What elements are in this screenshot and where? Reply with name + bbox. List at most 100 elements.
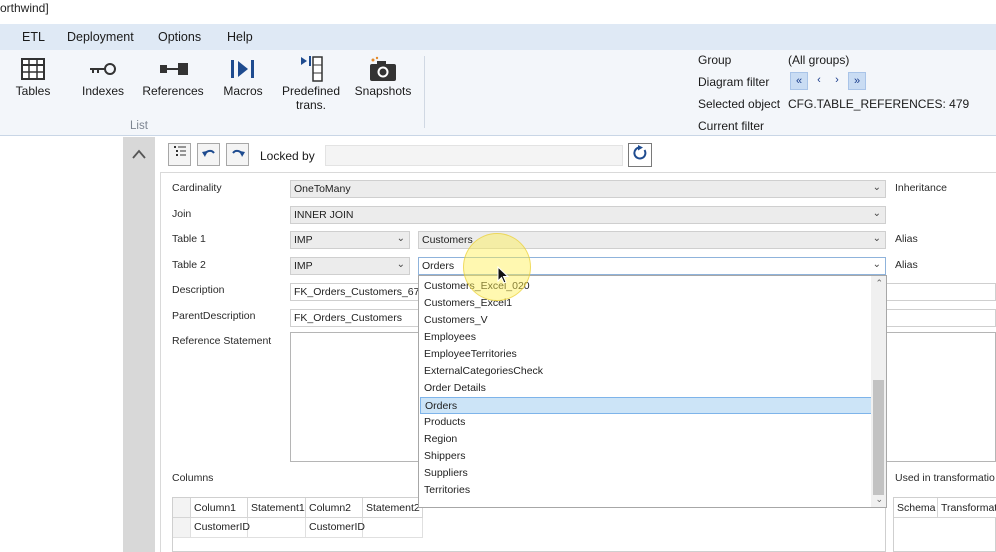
column-header[interactable]: Column1 xyxy=(191,498,248,518)
cardinality-value: OneToMany xyxy=(294,183,351,195)
group-value[interactable]: (All groups) xyxy=(788,53,849,67)
dropdown-item[interactable]: EmployeeTerritories xyxy=(420,346,872,363)
description-label: Description xyxy=(172,284,225,296)
chevron-down-icon: ⌄ xyxy=(872,259,881,270)
column-header[interactable]: Column2 xyxy=(306,498,363,518)
dropdown-item[interactable]: Customers_V xyxy=(420,312,872,329)
table2-table-value: Orders xyxy=(422,260,455,272)
row-header[interactable] xyxy=(173,518,191,538)
predefined-trans-button[interactable]: Predefined trans. xyxy=(280,54,342,112)
snapshots-button[interactable]: Snapshots xyxy=(354,54,412,98)
tables-button[interactable]: Tables xyxy=(10,54,56,98)
used-in-grid[interactable]: Schema Transformati xyxy=(893,497,996,552)
table-cell[interactable]: CustomerID xyxy=(306,518,365,538)
nav-first-button[interactable]: « xyxy=(790,72,808,90)
cardinality-label: Cardinality xyxy=(172,182,222,194)
chevron-down-icon: ⌄ xyxy=(872,208,881,219)
dropdown-item[interactable]: Suppliers xyxy=(420,465,872,482)
indexes-label: Indexes xyxy=(81,84,125,98)
join-label: Join xyxy=(172,208,192,220)
undo-icon xyxy=(201,146,216,164)
table2-dropdown-list[interactable]: Customers_Excel_020 Customers_Excel1 Custo… xyxy=(418,275,887,508)
window-title: orthwind] xyxy=(0,0,996,24)
column-header[interactable]: Transformati xyxy=(938,498,996,518)
left-splitter[interactable] xyxy=(123,137,155,552)
cardinality-select[interactable]: OneToMany ⌄ xyxy=(290,180,886,198)
diagram-filter-label: Diagram filter xyxy=(698,75,770,89)
table1-schema-value: IMP xyxy=(294,234,313,246)
table2-schema-value: IMP xyxy=(294,260,313,272)
scroll-down-icon[interactable]: ⌄ xyxy=(875,494,883,505)
left-pane xyxy=(0,137,123,552)
column-header[interactable]: Statement1 xyxy=(248,498,306,518)
locked-by-field xyxy=(325,145,623,166)
table-cell[interactable]: CustomerID xyxy=(191,518,250,538)
camera-icon xyxy=(354,54,412,84)
menu-options[interactable]: Options xyxy=(158,30,201,44)
ribbon: Tables Indexes References Macros Predefi… xyxy=(0,50,996,136)
join-select[interactable]: INNER JOIN ⌄ xyxy=(290,206,886,224)
table1-label: Table 1 xyxy=(172,233,206,245)
inheritance-label: Inheritance xyxy=(895,182,947,194)
scrollbar-thumb[interactable] xyxy=(873,380,884,495)
macros-button[interactable]: Macros xyxy=(220,54,266,98)
dropdown-scrollbar[interactable]: ⌃ ⌄ xyxy=(871,276,886,507)
undo-button[interactable] xyxy=(197,143,220,166)
locked-by-label: Locked by xyxy=(260,149,315,163)
grid-corner xyxy=(173,498,191,518)
macros-label: Macros xyxy=(223,84,263,98)
selected-object-label: Selected object xyxy=(698,97,781,111)
menu-deployment[interactable]: Deployment xyxy=(67,30,134,44)
table2-schema-select[interactable]: IMP ⌄ xyxy=(290,257,410,275)
selected-object-value: CFG.TABLE_REFERENCES: 479 xyxy=(788,97,970,111)
redo-button[interactable] xyxy=(226,143,249,166)
ribbon-separator xyxy=(424,56,425,128)
table-cell[interactable] xyxy=(363,518,423,538)
menu-help[interactable]: Help xyxy=(227,30,253,44)
dropdown-item[interactable]: Products xyxy=(420,414,872,431)
reference-statement-label: Reference Statement xyxy=(172,335,272,347)
nav-next-button[interactable]: › xyxy=(828,72,846,90)
refresh-button[interactable] xyxy=(628,143,652,167)
column-header[interactable]: Schema xyxy=(894,498,938,518)
dropdown-item[interactable]: Employees xyxy=(420,329,872,346)
key-icon xyxy=(80,54,126,84)
join-value: INNER JOIN xyxy=(294,209,354,221)
references-label: References xyxy=(142,84,204,98)
properties-button[interactable] xyxy=(168,143,191,166)
nav-prev-button[interactable]: ‹ xyxy=(810,72,828,90)
table-cell[interactable] xyxy=(248,518,306,538)
chevron-down-icon: ⌄ xyxy=(872,182,881,193)
menu-etl[interactable]: ETL xyxy=(22,30,45,44)
ribbon-group-label: List xyxy=(130,120,148,132)
reference-link-icon xyxy=(142,54,204,84)
references-button[interactable]: References xyxy=(142,54,204,98)
dropdown-item[interactable]: Order Details xyxy=(420,380,872,397)
mouse-pointer-icon xyxy=(497,265,510,289)
table1-schema-select[interactable]: IMP ⌄ xyxy=(290,231,410,249)
collapse-up-icon[interactable] xyxy=(131,147,147,163)
redo-icon xyxy=(231,146,245,164)
current-filter-label: Current filter xyxy=(698,119,765,133)
nav-last-button[interactable]: » xyxy=(848,72,866,90)
indexes-button[interactable]: Indexes xyxy=(80,54,126,98)
dropdown-item[interactable]: Shippers xyxy=(420,448,872,465)
snapshots-label: Snapshots xyxy=(354,84,412,98)
table2-label: Table 2 xyxy=(172,259,206,271)
table-grid-icon xyxy=(10,54,56,84)
columns-label: Columns xyxy=(172,472,214,484)
scroll-up-icon[interactable]: ⌃ xyxy=(875,278,883,289)
menu-bar: ETL Deployment Options Help xyxy=(0,24,996,50)
macro-play-icon xyxy=(220,54,266,84)
table1-alias-label: Alias xyxy=(895,233,918,245)
dropdown-item[interactable]: ExternalCategoriesCheck xyxy=(420,363,872,380)
chevron-down-icon: ⌄ xyxy=(872,233,881,244)
dropdown-item[interactable]: Orders xyxy=(420,397,872,414)
chevron-down-icon: ⌄ xyxy=(396,259,405,270)
dropdown-item[interactable]: Territories xyxy=(420,482,872,499)
dropdown-item[interactable]: Region xyxy=(420,431,872,448)
column-header[interactable]: Statement2 xyxy=(363,498,423,518)
predefined-trans-icon xyxy=(280,54,342,84)
tables-label: Tables xyxy=(15,84,51,98)
table2-alias-label: Alias xyxy=(895,259,918,271)
